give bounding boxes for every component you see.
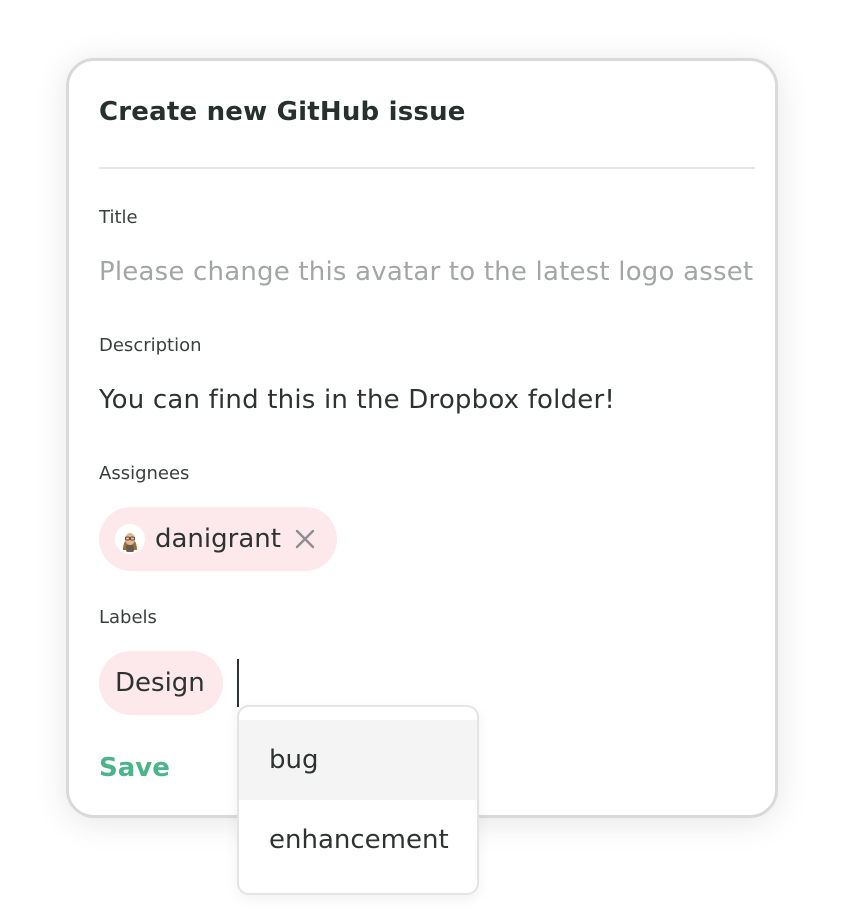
title-label: Title xyxy=(99,207,138,228)
create-issue-dialog: Create new GitHub issue Title Please cha… xyxy=(66,58,778,818)
suggestion-bug[interactable]: bug xyxy=(239,720,477,800)
memoji-avatar-icon xyxy=(115,524,145,554)
divider xyxy=(99,167,755,169)
save-button[interactable]: Save xyxy=(99,753,170,783)
close-icon[interactable] xyxy=(293,527,317,551)
label-suggestions-dropdown: bug enhancement xyxy=(237,705,479,895)
assignees-label: Assignees xyxy=(99,463,190,484)
dialog-title: Create new GitHub issue xyxy=(99,97,466,127)
description-input[interactable]: You can find this in the Dropbox folder! xyxy=(99,385,615,415)
label-chip[interactable]: Design xyxy=(99,651,223,715)
assignee-chip[interactable]: danigrant xyxy=(99,507,337,571)
labels-input-caret[interactable] xyxy=(237,659,239,707)
labels-label: Labels xyxy=(99,607,157,628)
assignee-name: danigrant xyxy=(155,524,281,554)
title-input[interactable]: Please change this avatar to the latest … xyxy=(99,257,753,287)
label-chip-text: Design xyxy=(115,668,205,698)
description-label: Description xyxy=(99,335,202,356)
suggestion-enhancement[interactable]: enhancement xyxy=(239,800,477,880)
